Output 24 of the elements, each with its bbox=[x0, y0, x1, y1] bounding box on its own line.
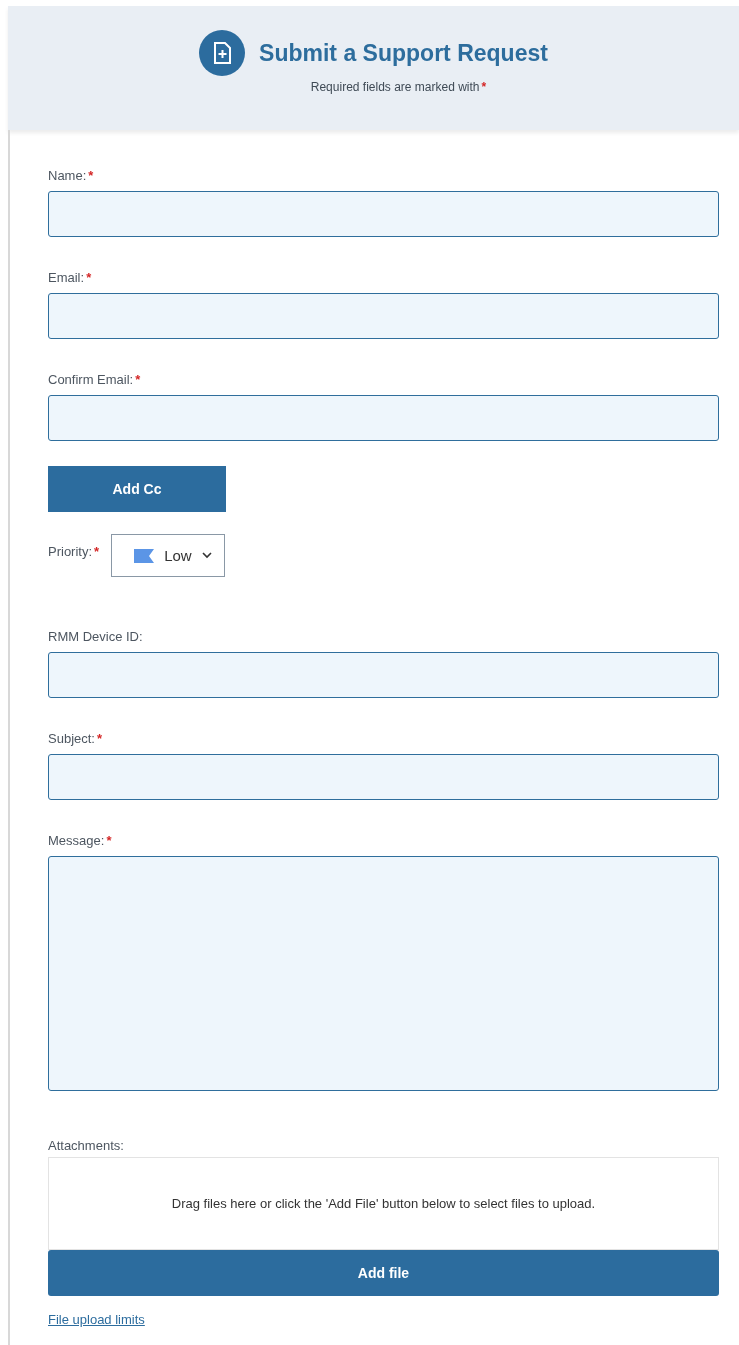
input-field[interactable] bbox=[48, 652, 719, 698]
field-label: Message:* bbox=[48, 833, 113, 848]
document-plus-icon bbox=[199, 30, 246, 76]
field-label: Priority:* bbox=[48, 544, 100, 559]
field-label: Subject:* bbox=[48, 731, 104, 746]
field-label: Attachments: bbox=[48, 1138, 125, 1153]
input-field[interactable] bbox=[48, 754, 719, 800]
add-file-button[interactable]: Add file bbox=[48, 1250, 719, 1296]
required-note: Required fields are marked with * bbox=[310, 80, 487, 94]
chevron-down-icon bbox=[201, 552, 212, 559]
upload-limits-link[interactable]: File upload limits bbox=[48, 1312, 145, 1327]
add-cc-button[interactable]: Add Cc bbox=[48, 466, 226, 512]
input-field[interactable] bbox=[48, 293, 719, 339]
page-title: Submit a Support Request bbox=[259, 39, 548, 67]
field-label: RMM Device ID: bbox=[48, 629, 144, 644]
priority-select[interactable]: Low bbox=[111, 534, 225, 577]
field-label: Email:* bbox=[48, 270, 93, 285]
field-label: Name:* bbox=[48, 168, 95, 183]
input-field[interactable] bbox=[48, 191, 719, 237]
drop-text: Drag files here or click the 'Add File' button below to select files to upload. bbox=[171, 1196, 596, 1211]
message-field[interactable] bbox=[48, 856, 719, 1091]
input-field[interactable] bbox=[48, 395, 719, 441]
drop-zone[interactable]: Drag files here or click the 'Add File' button below to select files to upload. bbox=[48, 1157, 719, 1250]
field-label: Confirm Email:* bbox=[48, 372, 142, 387]
